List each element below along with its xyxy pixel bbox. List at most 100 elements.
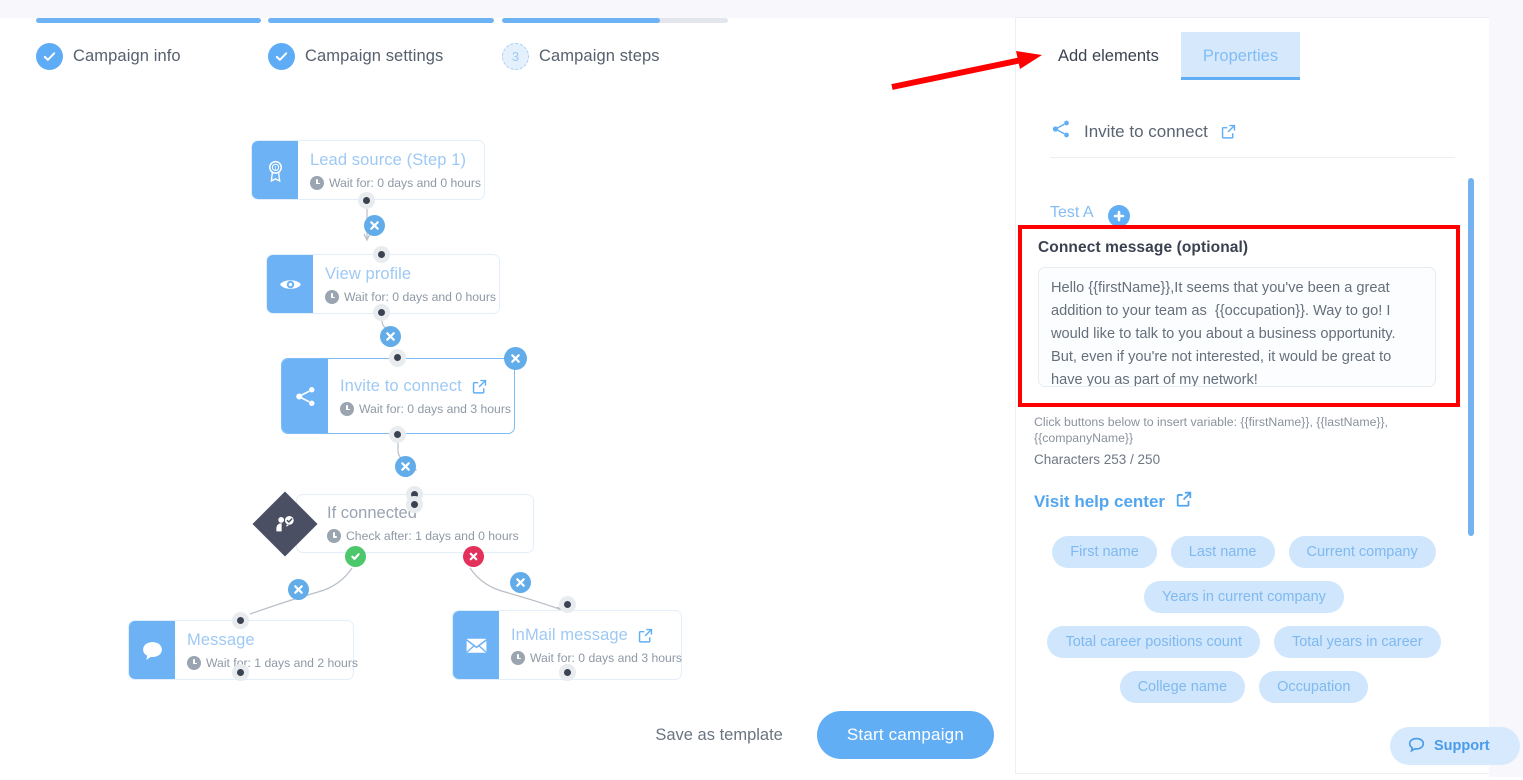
- step-check-icon: [36, 43, 63, 70]
- flow-node-title: View profile: [325, 264, 412, 283]
- flow-node-title: If connected: [327, 504, 417, 522]
- connect-message-textarea[interactable]: [1038, 267, 1436, 387]
- chat-bubble-icon: [129, 621, 175, 679]
- flow-node-content: Lead source (Step 1) Wait for: 0 days an…: [298, 141, 493, 199]
- flow-node-wait: Wait for: 1 days and 2 hours: [187, 655, 358, 670]
- clock-icon: [325, 289, 339, 304]
- save-as-template-button[interactable]: Save as template: [649, 725, 789, 746]
- flow-connector-dot[interactable]: [559, 596, 576, 613]
- stepper-step-campaign-steps[interactable]: 3 Campaign steps: [502, 18, 728, 70]
- flow-node-title: InMail message: [511, 626, 682, 645]
- flow-delete-step-button[interactable]: [364, 215, 385, 236]
- flow-node-content: Message Wait for: 1 days and 2 hours: [175, 621, 370, 679]
- variable-chip[interactable]: Last name: [1170, 536, 1275, 568]
- flow-node-wait-text: Wait for: 0 days and 3 hours: [359, 401, 511, 416]
- external-link-icon[interactable]: [637, 627, 654, 644]
- variable-chip[interactable]: Current company: [1288, 536, 1436, 568]
- flow-delete-step-button[interactable]: [380, 326, 401, 347]
- award-ribbon-icon: 1: [252, 141, 298, 199]
- flow-delete-step-button[interactable]: [395, 456, 416, 477]
- flow-connector-dot[interactable]: [232, 612, 249, 629]
- flow-connector-dot[interactable]: [373, 246, 390, 263]
- step-label: Campaign settings: [305, 47, 444, 65]
- character-counter: Characters 253 / 250: [1034, 452, 1161, 467]
- flow-node-invite-to-connect[interactable]: Invite to connect Wait for: 0 days and 3…: [281, 358, 515, 434]
- clock-icon: [340, 401, 354, 416]
- flow-node-title-text: InMail message: [511, 625, 628, 644]
- panel-tab-bar: Add elements Properties: [1016, 32, 1489, 80]
- flow-connector-dot[interactable]: [373, 304, 390, 321]
- share-icon: [282, 359, 328, 433]
- flow-connector-dot[interactable]: [389, 426, 406, 443]
- flow-node-content: View profile Wait for: 0 days and 0 hour…: [313, 255, 508, 313]
- flow-node-title: Message: [187, 630, 255, 649]
- step-label: Campaign steps: [539, 47, 660, 65]
- campaign-workspace: Campaign info Campaign settings 3 Campai…: [0, 18, 1016, 777]
- workspace-footer: Save as template Start campaign: [0, 690, 1016, 780]
- flow-connector-dot[interactable]: [232, 664, 249, 681]
- flow-delete-step-button[interactable]: [510, 572, 531, 593]
- clock-icon: [187, 655, 201, 670]
- flow-node-wait: Wait for: 0 days and 0 hours: [325, 289, 496, 304]
- variable-chip[interactable]: Total years in career: [1273, 626, 1441, 658]
- campaign-stepper: Campaign info Campaign settings 3 Campai…: [0, 18, 1016, 108]
- variable-chip-list: First name Last name Current company Years …: [1034, 536, 1454, 703]
- panel-scrollbar[interactable]: [1468, 178, 1474, 536]
- flow-node-wait: Wait for: 0 days and 3 hours: [511, 650, 682, 665]
- variable-chip[interactable]: Years in current company: [1144, 581, 1344, 613]
- step-progress-bar: [268, 18, 494, 23]
- flow-node-content: Invite to connect Wait for: 0 days and 3…: [328, 359, 523, 433]
- flow-node-wait: Wait for: 0 days and 3 hours: [340, 401, 511, 416]
- add-variant-button[interactable]: [1107, 205, 1130, 227]
- start-campaign-button[interactable]: Start campaign: [816, 711, 994, 759]
- variable-chip[interactable]: First name: [1052, 536, 1157, 568]
- variable-chip[interactable]: Occupation: [1259, 671, 1369, 703]
- flow-node-wait-text: Wait for: 1 days and 2 hours: [206, 655, 358, 670]
- flow-node-if-connected[interactable]: If connected Check after: 1 days and 0 h…: [252, 490, 534, 557]
- eye-icon: [267, 255, 313, 313]
- campaign-flow-canvas[interactable]: 1 Lead source (Step 1) Wait for: 0 days …: [0, 108, 1016, 708]
- clock-icon: [327, 529, 341, 543]
- clock-icon: [310, 175, 324, 190]
- flow-connector-dot[interactable]: [406, 496, 423, 513]
- help-link-label: Visit help center: [1034, 491, 1166, 511]
- flow-connector-dot[interactable]: [389, 349, 406, 366]
- top-strip: [0, 0, 1523, 18]
- flow-branch-no-button[interactable]: [463, 546, 484, 567]
- tab-properties[interactable]: Properties: [1180, 32, 1301, 80]
- flow-node-close-button[interactable]: [504, 347, 527, 370]
- flow-node-wait: Check after: 1 days and 0 hours: [327, 529, 519, 543]
- flow-connector-dot[interactable]: [358, 192, 375, 209]
- stepper-step-campaign-info[interactable]: Campaign info: [36, 18, 261, 70]
- flow-node-check-text: Check after: 1 days and 0 hours: [346, 529, 519, 543]
- variable-chip[interactable]: College name: [1119, 671, 1246, 703]
- visit-help-center-link[interactable]: Visit help center: [1034, 490, 1193, 513]
- external-link-icon[interactable]: [1220, 123, 1237, 140]
- variable-hint-text: Click buttons below to insert variable: …: [1034, 415, 1389, 446]
- connect-message-label: Connect message (optional): [1038, 239, 1249, 256]
- support-label: Support: [1434, 738, 1490, 754]
- stepper-step-campaign-settings[interactable]: Campaign settings: [268, 18, 494, 70]
- envelope-icon: [453, 611, 499, 679]
- variable-chip[interactable]: Total career positions count: [1047, 626, 1260, 658]
- support-widget[interactable]: Support: [1390, 727, 1520, 765]
- panel-element-title: Invite to connect: [1084, 121, 1208, 141]
- step-progress-bar: [36, 18, 261, 23]
- step-progress-bar: [502, 18, 728, 23]
- flow-connector-dot[interactable]: [559, 664, 576, 681]
- external-link-icon[interactable]: [471, 378, 488, 395]
- flow-delete-step-button[interactable]: [288, 579, 309, 600]
- panel-right-gutter: [1489, 0, 1523, 777]
- flow-node-lead-source[interactable]: 1 Lead source (Step 1) Wait for: 0 days …: [251, 140, 485, 200]
- step-check-icon: [268, 43, 295, 70]
- tab-add-elements[interactable]: Add elements: [1036, 32, 1181, 80]
- share-icon: [1050, 118, 1072, 145]
- flow-branch-yes-button[interactable]: [345, 546, 366, 567]
- flow-node-wait-text: Wait for: 0 days and 0 hours: [344, 289, 496, 304]
- flow-node-title: Lead source (Step 1): [310, 150, 467, 169]
- flow-node-content: InMail message Wait for: 0 days and 3 ho…: [499, 611, 694, 679]
- flow-node-title-text: Invite to connect: [340, 376, 462, 395]
- connect-message-group: Connect message (optional): [1018, 225, 1460, 407]
- svg-text:1: 1: [274, 165, 277, 171]
- flow-node-wait-text: Wait for: 0 days and 0 hours: [329, 175, 481, 190]
